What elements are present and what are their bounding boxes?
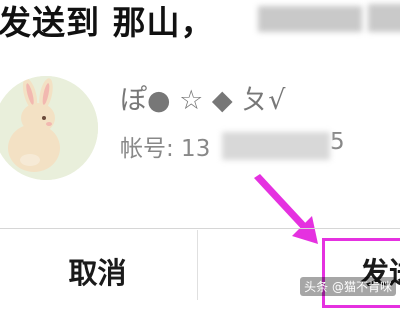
cancel-button[interactable]: 取消: [0, 230, 195, 300]
send-button-highlight: [322, 238, 400, 308]
button-separator: [197, 230, 198, 300]
watermark: 头条 @猫不肯咪: [300, 277, 396, 296]
button-divider: [0, 228, 400, 229]
